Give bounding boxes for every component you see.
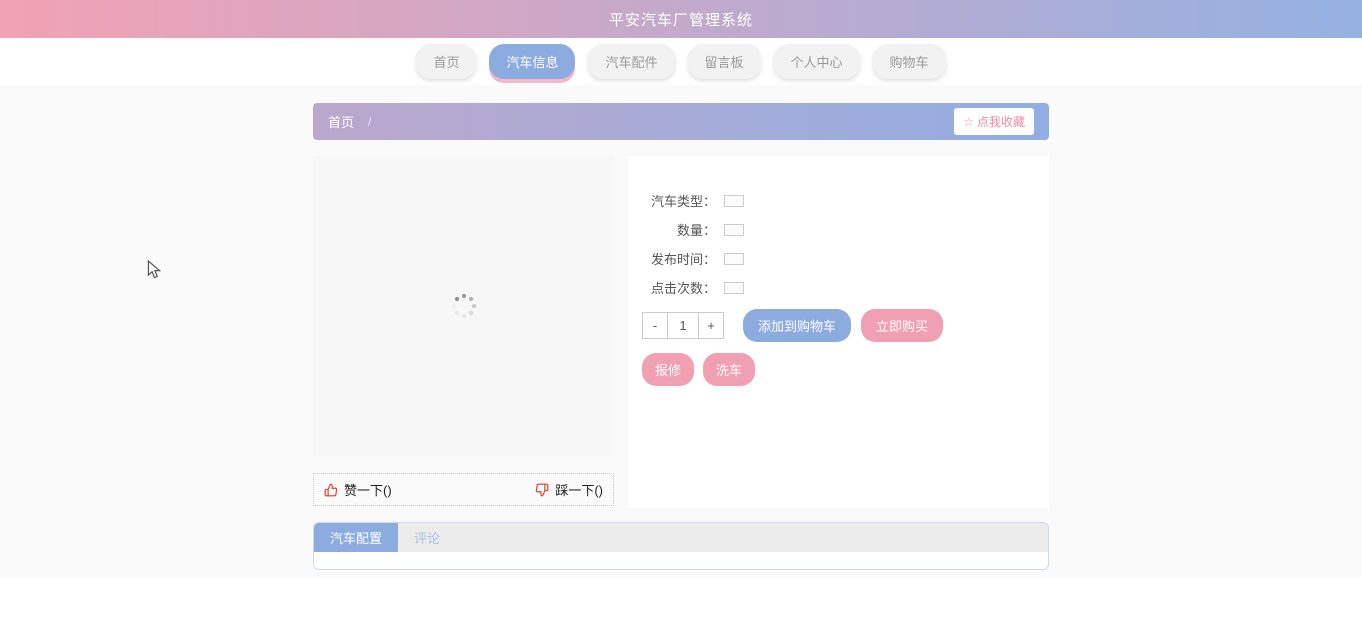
quantity-value (724, 223, 744, 236)
app-title: 平安汽车厂管理系统 (608, 11, 753, 29)
breadcrumb-home-link[interactable]: 首页 (328, 112, 354, 131)
quantity-stepper: - 1 + (642, 312, 724, 339)
field-row-quantity: 数量： (642, 220, 1029, 239)
tab-car-config[interactable]: 汽车配置 (314, 523, 399, 552)
dislike-label: 踩一下() (555, 483, 603, 498)
main-nav: 首页 汽车信息 汽车配件 留言板 个人中心 购物车 (0, 38, 1362, 85)
publish-time-label: 发布时间： (650, 252, 716, 267)
wash-button[interactable]: 洗车 (703, 353, 756, 386)
add-to-cart-button[interactable]: 添加到购物车 (743, 309, 852, 342)
stepper-increase-button[interactable]: + (698, 312, 724, 339)
like-button[interactable]: 赞一下() (324, 480, 392, 499)
star-icon: ☆ (963, 114, 974, 129)
nav-item-shopping-cart[interactable]: 购物车 (872, 44, 946, 79)
thumbs-down-icon (536, 483, 549, 496)
page-footer (0, 578, 1362, 620)
field-row-car-type: 汽车类型： (642, 191, 1029, 210)
quantity-label: 数量： (676, 223, 716, 238)
breadcrumb: 首页 / ☆ 点我收藏 (313, 103, 1049, 140)
publish-time-value (724, 252, 744, 265)
dislike-button[interactable]: 踩一下() (535, 480, 603, 499)
click-count-value (724, 281, 744, 294)
product-info-panel: 汽车类型： 数量： 发布时间： 点击次数： - 1 + 添加到购物车 立即购买 … (628, 156, 1049, 508)
stepper-quantity-input[interactable]: 1 (667, 312, 699, 339)
detail-tab-content (314, 552, 1048, 569)
like-label: 赞一下() (344, 483, 392, 498)
tab-comments[interactable]: 评论 (398, 523, 456, 552)
car-type-value (724, 194, 744, 207)
click-count-label: 点击次数： (650, 281, 716, 296)
nav-item-personal-center[interactable]: 个人中心 (773, 44, 860, 79)
main-area: 首页 / ☆ 点我收藏 赞一下() 踩一下() 汽车类型： 数量： 发布时间： … (0, 85, 1362, 578)
stepper-decrease-button[interactable]: - (642, 312, 668, 339)
nav-item-car-parts[interactable]: 汽车配件 (588, 44, 675, 79)
collect-button-label: 点我收藏 (976, 115, 1025, 129)
nav-item-message-board[interactable]: 留言板 (687, 44, 761, 79)
field-row-click-count: 点击次数： (642, 278, 1029, 297)
loading-spinner-icon (451, 293, 476, 319)
nav-item-home[interactable]: 首页 (416, 44, 477, 79)
thumbs-up-icon (324, 483, 338, 496)
product-image-placeholder (313, 156, 614, 456)
app-header: 平安汽车厂管理系统 (0, 0, 1362, 38)
field-row-publish-time: 发布时间： (642, 249, 1029, 268)
repair-button[interactable]: 报修 (642, 353, 695, 386)
detail-section: 汽车配置 评论 (313, 522, 1049, 570)
feedback-bar: 赞一下() 踩一下() (313, 473, 614, 506)
product-media-column: 赞一下() 踩一下() (313, 156, 614, 506)
buy-now-button[interactable]: 立即购买 (861, 309, 944, 342)
breadcrumb-separator: / (368, 114, 372, 129)
detail-tabbar: 汽车配置 评论 (314, 523, 1048, 552)
car-type-label: 汽车类型： (650, 194, 716, 209)
nav-item-car-info[interactable]: 汽车信息 (489, 44, 576, 79)
collect-button[interactable]: ☆ 点我收藏 (954, 108, 1034, 135)
